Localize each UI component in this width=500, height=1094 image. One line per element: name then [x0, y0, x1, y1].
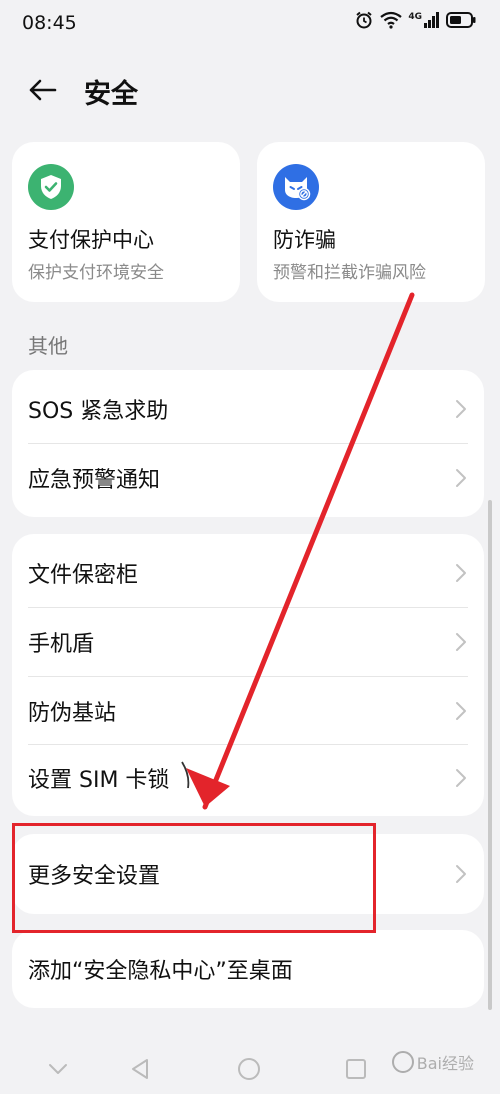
settings-group-emergency: SOS 紧急求助 应急预警通知 — [12, 370, 484, 517]
list-item-label: 添加“安全隐私中心”至桌面 — [28, 959, 293, 984]
list-item-label: SOS 紧急求助 — [28, 399, 169, 424]
list-item-sos[interactable]: SOS 紧急求助 — [12, 375, 484, 443]
nav-home-button[interactable] — [234, 1054, 264, 1084]
signal-indicator: 4G — [408, 12, 440, 28]
alarm-icon — [356, 11, 372, 29]
app-header: 安全 — [0, 60, 500, 120]
list-item-label: 设置 SIM 卡锁 — [28, 768, 170, 793]
network-type-label: 4G — [408, 12, 422, 22]
list-item-emergency-alert[interactable]: 应急预警通知 — [12, 444, 484, 512]
settings-group-desktop: 添加“安全隐私中心”至桌面 — [12, 930, 484, 1008]
back-arrow-icon — [29, 79, 57, 101]
list-item-label: 防伪基站 — [28, 701, 117, 726]
list-item-add-to-desktop[interactable]: 添加“安全隐私中心”至桌面 — [12, 935, 484, 1003]
page-title: 安全 — [84, 79, 138, 110]
status-bar: 08:45 4G — [0, 0, 500, 48]
status-time: 08:45 — [22, 12, 77, 34]
chevron-right-icon — [456, 633, 466, 651]
settings-group-more: 更多安全设置 — [12, 834, 484, 914]
chevron-right-icon — [456, 865, 466, 883]
signal-icon — [424, 12, 439, 28]
wifi-icon — [380, 11, 403, 29]
back-button[interactable] — [22, 70, 62, 110]
battery-icon — [446, 12, 476, 28]
nav-collapse-button[interactable] — [43, 1054, 73, 1084]
nav-collapse-icon — [49, 1064, 67, 1074]
watermark: Bai经验 — [391, 1050, 474, 1074]
list-item-file-safe[interactable]: 文件保密柜 — [12, 539, 484, 607]
list-item-phone-shield[interactable]: 手机盾 — [12, 608, 484, 676]
feature-title: 防诈骗 — [273, 228, 336, 252]
watermark-text: Bai经验 — [416, 1054, 474, 1073]
chevron-right-icon — [456, 469, 466, 487]
feature-subtitle: 保护支付环境安全 — [28, 263, 164, 283]
list-item-label: 应急预警通知 — [28, 468, 161, 493]
anti-fraud-icon — [273, 164, 319, 210]
list-item-label: 更多安全设置 — [28, 864, 161, 889]
section-label-other: 其他 — [28, 334, 68, 358]
nav-recents-icon — [346, 1059, 366, 1079]
nav-back-button[interactable] — [125, 1054, 155, 1084]
feature-title: 支付保护中心 — [28, 228, 154, 252]
list-item-fake-base-station[interactable]: 防伪基站 — [12, 677, 484, 745]
chevron-right-icon — [456, 769, 466, 787]
chevron-right-icon — [456, 564, 466, 582]
paw-icon — [391, 1051, 414, 1073]
status-icons: 4G — [354, 10, 476, 30]
list-item-label: 手机盾 — [28, 632, 95, 657]
anti-fraud-card[interactable]: 防诈骗 预警和拦截诈骗风险 — [257, 142, 485, 302]
settings-group-security: 文件保密柜 手机盾 防伪基站 设置 SIM 卡锁 — [12, 534, 484, 816]
list-item-more-security-settings[interactable]: 更多安全设置 — [12, 840, 484, 908]
nav-recents-button[interactable] — [341, 1054, 371, 1084]
chevron-right-icon — [456, 702, 466, 720]
payment-protection-card[interactable]: 支付保护中心 保护支付环境安全 — [12, 142, 240, 302]
list-item-sim-lock[interactable]: 设置 SIM 卡锁 — [12, 744, 484, 812]
nav-back-icon — [132, 1059, 148, 1079]
nav-home-icon — [238, 1058, 260, 1080]
shield-check-icon — [28, 164, 74, 210]
chevron-right-icon — [456, 400, 466, 418]
feature-subtitle: 预警和拦截诈骗风险 — [273, 263, 426, 283]
scrollbar[interactable] — [488, 500, 492, 1010]
list-item-label: 文件保密柜 — [28, 563, 139, 588]
